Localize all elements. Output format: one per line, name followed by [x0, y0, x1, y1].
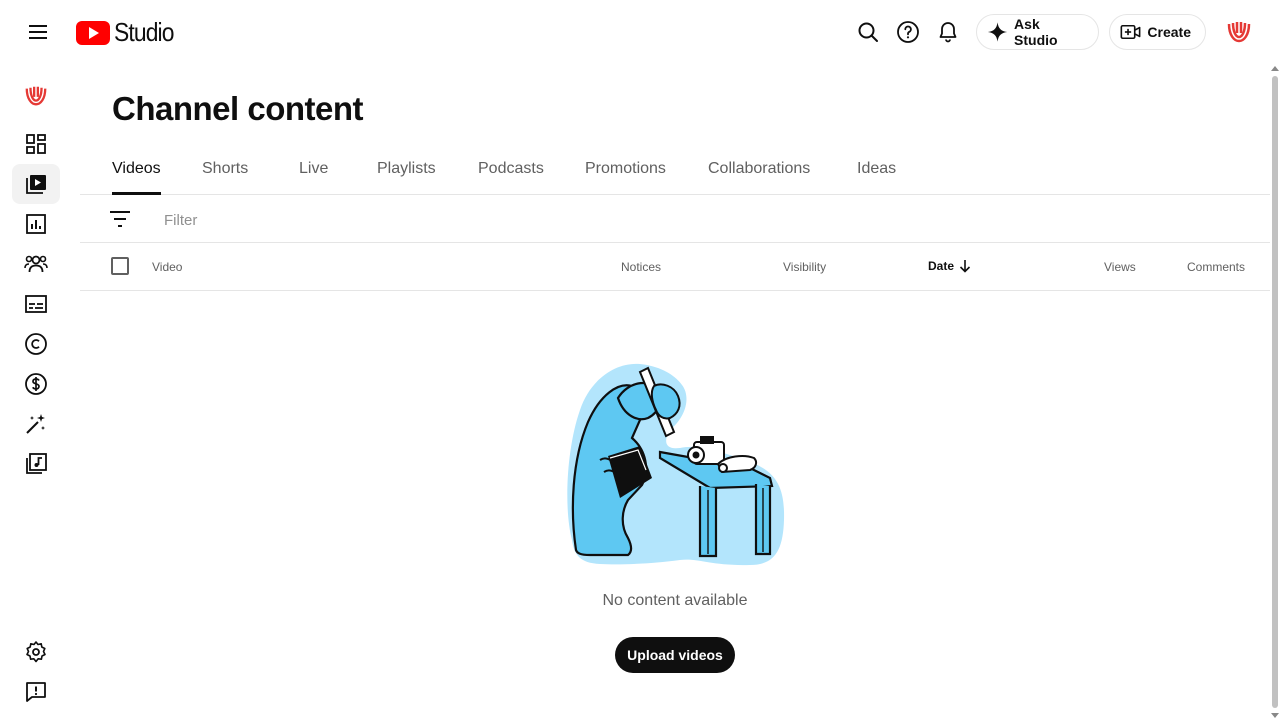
table-header: Video Notices Visibility Date Views Comm…: [80, 243, 1270, 291]
sort-arrow-down-icon: [959, 260, 971, 273]
create-label: Create: [1147, 24, 1191, 40]
search-icon[interactable]: [852, 16, 884, 48]
scroll-up-arrow-icon[interactable]: [1271, 66, 1279, 71]
earn-icon[interactable]: [12, 364, 60, 404]
tab-promotions[interactable]: Promotions: [585, 160, 666, 178]
settings-icon[interactable]: [12, 632, 60, 672]
scroll-down-arrow-icon[interactable]: [1271, 713, 1279, 718]
empty-state-illustration: [567, 363, 785, 566]
filter-icon[interactable]: [108, 207, 132, 231]
analytics-icon[interactable]: [12, 204, 60, 244]
select-all-checkbox[interactable]: [111, 257, 129, 275]
tab-collaborations[interactable]: Collaborations: [708, 160, 810, 178]
help-icon[interactable]: [892, 16, 924, 48]
column-visibility[interactable]: Visibility: [783, 260, 826, 274]
create-button[interactable]: Create: [1109, 14, 1206, 50]
top-bar: Studio Ask Studio Create: [0, 0, 1280, 64]
column-date-label: Date: [928, 259, 955, 273]
sidebar: [0, 64, 72, 720]
tab-live[interactable]: Live: [299, 160, 328, 178]
column-notices[interactable]: Notices: [621, 260, 661, 274]
tab-ideas[interactable]: Ideas: [857, 160, 896, 178]
youtube-logo-icon: [76, 20, 110, 45]
content-icon[interactable]: [12, 164, 60, 204]
logo-text: Studio: [114, 17, 174, 47]
column-video[interactable]: Video: [152, 260, 182, 274]
dashboard-icon[interactable]: [12, 124, 60, 164]
column-date[interactable]: Date: [928, 259, 972, 273]
ask-studio-label: Ask Studio: [1014, 16, 1058, 48]
notifications-bell-icon[interactable]: [932, 16, 964, 48]
empty-state-message: No content available: [602, 592, 748, 609]
audio-library-icon[interactable]: [12, 444, 60, 484]
studio-logo[interactable]: Studio: [76, 17, 182, 48]
community-icon[interactable]: [12, 244, 60, 284]
scrollbar-thumb[interactable]: [1272, 76, 1278, 708]
menu-icon[interactable]: [22, 16, 54, 48]
copyright-icon[interactable]: [12, 324, 60, 364]
ask-studio-button[interactable]: Ask Studio: [976, 14, 1099, 50]
column-views[interactable]: Views: [1104, 260, 1136, 274]
channel-avatar-icon[interactable]: [12, 76, 60, 116]
page-title: Channel content: [112, 90, 364, 127]
create-video-icon: [1120, 24, 1141, 40]
scrollbar[interactable]: [1270, 64, 1280, 720]
filter-bar: [80, 195, 1270, 243]
tab-shorts[interactable]: Shorts: [202, 160, 248, 178]
account-avatar[interactable]: [1224, 17, 1254, 47]
customization-icon[interactable]: [12, 404, 60, 444]
column-comments[interactable]: Comments: [1187, 260, 1245, 274]
tab-podcasts[interactable]: Podcasts: [478, 160, 544, 178]
subtitles-icon[interactable]: [12, 284, 60, 324]
tab-playlists[interactable]: Playlists: [377, 160, 436, 178]
tab-videos[interactable]: Videos: [112, 160, 161, 178]
content-tabs: Videos Shorts Live Playlists Podcasts Pr…: [80, 148, 1270, 195]
feedback-icon[interactable]: [12, 672, 60, 712]
upload-videos-button[interactable]: Upload videos: [615, 637, 735, 673]
sparkle-icon: [987, 22, 1008, 42]
filter-input[interactable]: [164, 209, 664, 231]
